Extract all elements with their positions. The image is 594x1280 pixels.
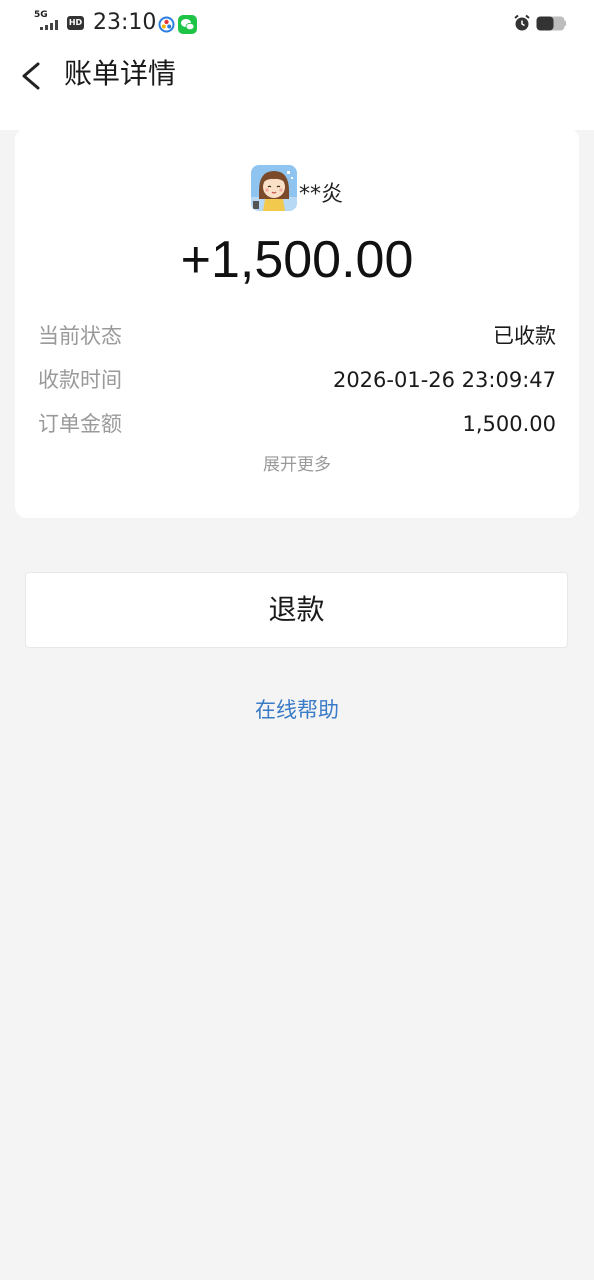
detail-value: 1,500.00	[462, 412, 556, 436]
page-title: 账单详情	[64, 57, 177, 90]
payer: **炎	[15, 164, 579, 212]
header: 账单详情	[0, 48, 594, 104]
back-button[interactable]	[16, 56, 46, 96]
network-type: 5G	[34, 10, 48, 20]
status-time: 23:10	[93, 10, 157, 35]
refund-button[interactable]: 退款	[25, 572, 568, 648]
detail-value: 2026-01-26 23:09:47	[332, 368, 556, 392]
battery-icon	[536, 16, 566, 31]
status-bar: 5G HD 23:10	[0, 0, 594, 48]
transaction-amount: +1,500.00	[180, 231, 414, 289]
alarm-clock-icon	[514, 14, 530, 31]
avatar	[250, 165, 297, 211]
detail-label: 订单金额	[38, 412, 122, 436]
detail-row-order-amount: 订单金额 1,500.00	[38, 408, 556, 440]
chevron-left-icon	[22, 62, 40, 90]
detail-value: 已收款	[493, 324, 556, 348]
detail-label: 当前状态	[38, 324, 122, 348]
detail-row-time: 收款时间 2026-01-26 23:09:47	[38, 364, 556, 396]
app-notification-icon	[158, 16, 175, 33]
payer-name: **炎	[298, 182, 343, 207]
expand-more-link[interactable]: 展开更多	[15, 450, 579, 475]
hd-icon: HD	[67, 16, 84, 30]
online-help-link[interactable]: 在线帮助	[0, 694, 594, 724]
detail-label: 收款时间	[38, 368, 122, 392]
signal-icon: 5G	[34, 10, 62, 34]
bill-detail-card: **炎 +1,500.00 当前状态 已收款 收款时间 2026-01-26 2…	[15, 128, 579, 518]
detail-row-status: 当前状态 已收款	[38, 320, 556, 352]
wechat-icon	[178, 15, 197, 34]
